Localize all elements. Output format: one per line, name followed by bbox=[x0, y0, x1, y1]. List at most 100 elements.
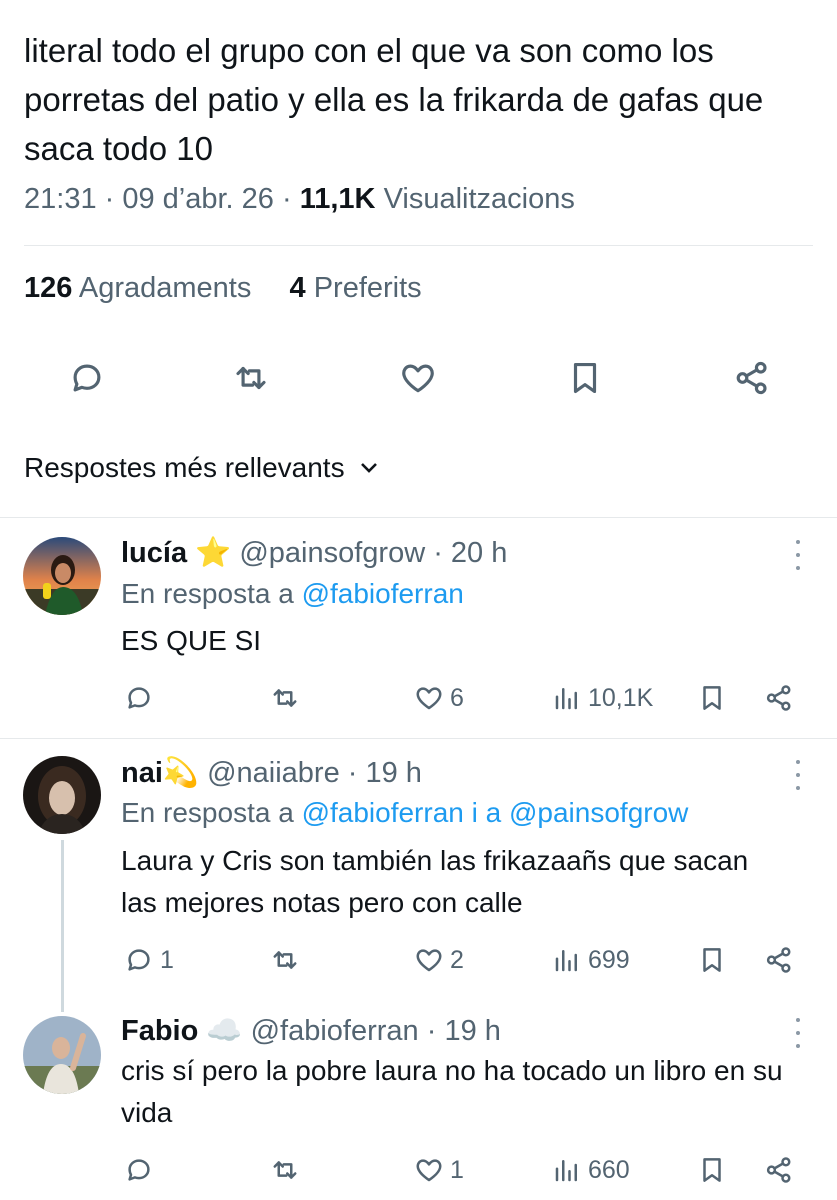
reply-author-line: nai💫 @naiiabre · 19 h bbox=[121, 756, 422, 790]
bookmarks-stat[interactable]: 4 Preferits bbox=[289, 272, 421, 304]
reply-button[interactable] bbox=[124, 1150, 154, 1190]
comment-bubble-icon bbox=[128, 687, 150, 709]
meta-separator: · bbox=[347, 757, 366, 789]
replying-to-link[interactable]: @fabioferran i a @painsofgrow bbox=[302, 797, 689, 828]
reply-count: 1 bbox=[160, 945, 174, 974]
bar-chart-icon bbox=[555, 688, 577, 710]
share-button[interactable] bbox=[764, 1150, 794, 1190]
heart-icon bbox=[416, 687, 442, 710]
meta-separator: · bbox=[426, 1015, 445, 1047]
tweet-text: literal todo el grupo con el que va son … bbox=[24, 32, 764, 167]
reply-action-bar: 1 660 bbox=[0, 1150, 837, 1190]
chevron-down-icon bbox=[360, 463, 377, 473]
bar-chart-icon bbox=[555, 1160, 577, 1182]
bookmark-icon bbox=[703, 1158, 721, 1182]
like-button[interactable]: 1 bbox=[414, 1150, 464, 1190]
reply-button[interactable]: 1 bbox=[124, 940, 174, 980]
reply-action-bar: 6 10,1K bbox=[0, 678, 837, 718]
share-icon bbox=[766, 947, 791, 973]
author-name[interactable]: nai bbox=[121, 757, 163, 789]
author-name[interactable]: lucía bbox=[121, 537, 187, 569]
retweet-button[interactable] bbox=[270, 1150, 300, 1190]
avatar-image bbox=[23, 537, 101, 615]
heart-icon bbox=[402, 364, 434, 393]
like-count: 2 bbox=[450, 945, 464, 974]
like-button[interactable] bbox=[398, 358, 438, 398]
author-emoji: 💫 bbox=[162, 757, 200, 789]
more-options-button[interactable] bbox=[788, 1018, 808, 1048]
views-button[interactable]: 660 bbox=[552, 1150, 630, 1190]
reply-text: ES QUE SI bbox=[121, 625, 262, 656]
more-options-button[interactable] bbox=[788, 540, 808, 570]
bookmarks-label: Preferits bbox=[313, 272, 422, 304]
replying-to: En resposta a @fabioferran bbox=[121, 578, 464, 610]
tweet-date[interactable]: 09 d’abr. 26 bbox=[122, 183, 274, 215]
avatar[interactable] bbox=[23, 537, 101, 615]
likes-label: Agradaments bbox=[78, 272, 252, 304]
tweet-time[interactable]: 21:31 bbox=[24, 183, 97, 215]
reply-button[interactable] bbox=[124, 678, 154, 718]
like-button[interactable]: 6 bbox=[414, 678, 464, 718]
sort-label: Respostes més rellevants bbox=[24, 452, 345, 483]
replying-to-link[interactable]: @fabioferran bbox=[302, 578, 464, 609]
bookmark-button[interactable] bbox=[697, 1150, 727, 1190]
more-options-button[interactable] bbox=[788, 760, 808, 790]
avatar[interactable] bbox=[23, 756, 101, 834]
heart-icon bbox=[416, 1159, 442, 1182]
author-emoji: ☁️ bbox=[206, 1015, 243, 1047]
replying-prefix: En resposta a bbox=[121, 578, 294, 609]
retweet-button[interactable] bbox=[231, 358, 271, 398]
reply-button[interactable] bbox=[67, 358, 107, 398]
bookmark-button[interactable] bbox=[697, 678, 727, 718]
views-count: 660 bbox=[588, 1155, 630, 1184]
author-handle[interactable]: @naiiabre bbox=[207, 757, 340, 789]
retweet-button[interactable] bbox=[270, 678, 300, 718]
views-count: 10,1K bbox=[588, 683, 654, 712]
bookmark-icon bbox=[703, 948, 721, 972]
views-button[interactable]: 10,1K bbox=[552, 678, 653, 718]
comment-bubble-icon bbox=[128, 1159, 150, 1181]
author-handle[interactable]: @painsofgrow bbox=[239, 537, 425, 569]
like-count: 1 bbox=[450, 1155, 464, 1184]
likes-stat[interactable]: 126 Agradaments bbox=[24, 272, 251, 304]
divider bbox=[0, 517, 837, 518]
bookmark-icon bbox=[703, 686, 721, 710]
like-count: 6 bbox=[450, 683, 464, 712]
tweet-meta: 21:31 · 09 d’abr. 26 · 11,1K Visualitzac… bbox=[24, 183, 575, 216]
reply-time[interactable]: 20 h bbox=[451, 537, 507, 569]
avatar-image bbox=[23, 756, 101, 834]
replying-prefix: En resposta a bbox=[121, 797, 294, 828]
author-emoji: ⭐ bbox=[195, 537, 232, 569]
likes-count: 126 bbox=[24, 272, 73, 304]
share-icon bbox=[766, 685, 791, 711]
bookmark-button[interactable] bbox=[697, 940, 727, 980]
author-handle[interactable]: @fabioferran bbox=[251, 1015, 419, 1047]
share-icon bbox=[766, 1157, 791, 1183]
retweet-icon bbox=[273, 1161, 297, 1179]
meta-separator: · bbox=[433, 537, 451, 569]
share-button[interactable] bbox=[764, 940, 794, 980]
reply-time[interactable]: 19 h bbox=[444, 1015, 500, 1047]
divider bbox=[24, 245, 813, 246]
bar-chart-icon bbox=[555, 950, 577, 972]
avatar[interactable] bbox=[23, 1016, 101, 1094]
like-button[interactable]: 2 bbox=[414, 940, 464, 980]
bookmarks-count: 4 bbox=[289, 272, 306, 304]
views-count: 11,1K bbox=[299, 183, 376, 215]
retweet-icon bbox=[273, 951, 297, 969]
share-icon bbox=[736, 361, 767, 395]
reply-time[interactable]: 19 h bbox=[365, 757, 421, 789]
sort-replies-dropdown[interactable]: Respostes més rellevants bbox=[24, 452, 381, 484]
share-button[interactable] bbox=[732, 358, 772, 398]
bookmark-icon bbox=[573, 362, 597, 394]
bookmark-button[interactable] bbox=[565, 358, 605, 398]
reply-text: Laura y Cris son también las frikazaañs … bbox=[121, 845, 749, 918]
author-name[interactable]: Fabio bbox=[121, 1015, 198, 1047]
share-button[interactable] bbox=[764, 678, 794, 718]
views-count: 699 bbox=[588, 945, 630, 974]
avatar-image bbox=[23, 1016, 101, 1094]
views-button[interactable]: 699 bbox=[552, 940, 630, 980]
retweet-icon bbox=[236, 366, 266, 390]
retweet-button[interactable] bbox=[270, 940, 300, 980]
reply-text: cris sí pero la pobre laura no ha tocado… bbox=[121, 1055, 783, 1128]
